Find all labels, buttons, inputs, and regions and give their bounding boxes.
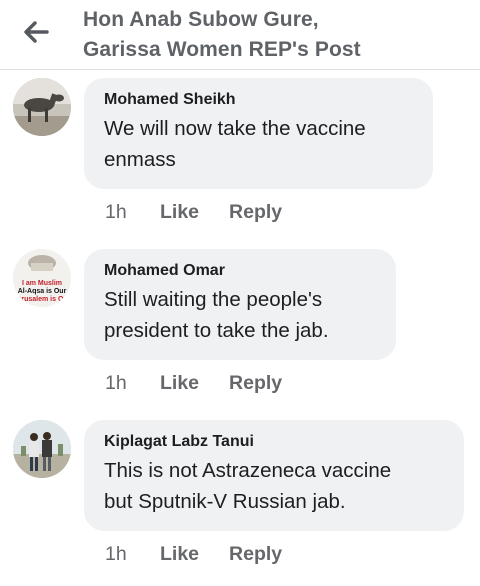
like-button[interactable]: Like — [160, 543, 199, 566]
post-title: Hon Anab Subow Gure, Garissa Women REP's… — [83, 5, 463, 65]
reply-button[interactable]: Reply — [229, 201, 282, 224]
comment-author[interactable]: Mohamed Sheikh — [104, 89, 415, 111]
comment-bubble[interactable]: Mohamed Omar Still waiting the people's … — [84, 249, 396, 360]
comment-text-line: This is not Astrazeneca vaccine — [104, 459, 392, 482]
arrow-left-icon — [24, 21, 49, 43]
like-button[interactable]: Like — [160, 372, 199, 395]
comment-text-line: president to take the jab. — [104, 319, 329, 342]
comment-author[interactable]: Kiplagat Labz Tanui — [104, 431, 446, 453]
people-outdoors-photo — [13, 420, 71, 478]
avatar-text-3: Jerusalem is Our — [14, 296, 71, 303]
comment-actions: 1h Like Reply — [105, 201, 312, 224]
comment-bubble[interactable]: Kiplagat Labz Tanui This is not Astrazen… — [84, 420, 464, 531]
comment-actions: 1h Like Reply — [105, 543, 312, 566]
comment-time[interactable]: 1h — [105, 543, 160, 566]
post-header: Hon Anab Subow Gure, Garissa Women REP's… — [0, 0, 480, 70]
comment-text-line: but Sputnik-V Russian jab. — [104, 490, 346, 513]
avatar[interactable] — [13, 78, 71, 136]
post-title-line2: Garissa Women REP's Post — [83, 38, 361, 61]
comment-bubble[interactable]: Mohamed Sheikh We will now take the vacc… — [84, 78, 433, 189]
back-button[interactable] — [18, 14, 54, 50]
comment-author[interactable]: Mohamed Omar — [104, 260, 378, 282]
avatar-text-1: I am Muslim — [22, 280, 62, 287]
comment-text-line: We will now take the vaccine — [104, 117, 366, 140]
comment-time[interactable]: 1h — [105, 372, 160, 395]
comment-text-line: Still waiting the people's — [104, 288, 323, 311]
donkey-photo — [13, 78, 71, 136]
comment-actions: 1h Like Reply — [105, 372, 312, 395]
reply-button[interactable]: Reply — [229, 543, 282, 566]
mosque-sticker-photo: I am Muslim Al-Aqsa is Our Jerusalem is … — [13, 249, 71, 307]
post-title-line1: Hon Anab Subow Gure, — [83, 8, 319, 31]
comment-text: We will now take the vaccine enmass — [104, 113, 415, 175]
avatar[interactable] — [13, 420, 71, 478]
comment-time[interactable]: 1h — [105, 201, 160, 224]
comment-text: This is not Astrazeneca vaccine but Sput… — [104, 455, 446, 517]
reply-button[interactable]: Reply — [229, 372, 282, 395]
like-button[interactable]: Like — [160, 201, 199, 224]
comment-text: Still waiting the people's president to … — [104, 284, 378, 346]
comment-text-line: enmass — [104, 148, 176, 171]
avatar-text-2: Al-Aqsa is Our — [18, 288, 67, 295]
avatar[interactable]: I am Muslim Al-Aqsa is Our Jerusalem is … — [13, 249, 71, 307]
